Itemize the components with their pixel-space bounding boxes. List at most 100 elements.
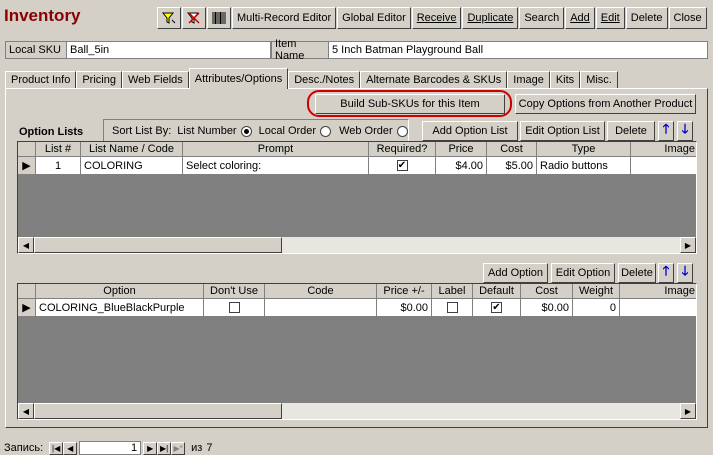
options-scroll-right-icon[interactable]: ▶ [680, 403, 696, 419]
option-move-down-icon[interactable]: 🡓 [677, 263, 693, 283]
duplicate-label: Duplicate [467, 12, 514, 24]
tab-attributes-options[interactable]: Attributes/Options [188, 68, 289, 89]
col-price: Price [436, 142, 487, 157]
build-subskus-button[interactable]: Build Sub-SKUs for this Item [315, 94, 505, 114]
table-row[interactable]: ▶ 1 COLORING Select coloring: ✔ $4.00 $5… [18, 157, 696, 175]
cell-option-cost[interactable]: $0.00 [521, 299, 573, 317]
cell-option-image[interactable] [620, 299, 696, 317]
sort-web-order-radio[interactable] [396, 125, 408, 137]
copy-options-button[interactable]: Copy Options from Another Product [515, 94, 696, 114]
option-row-selector-icon[interactable]: ▶ [18, 299, 36, 317]
delete-option-list-button[interactable]: Delete [607, 121, 655, 141]
col-option-cost: Cost [521, 284, 573, 299]
tab-alternate-barcodes[interactable]: Alternate Barcodes & SKUs [360, 71, 508, 89]
barcode-icon[interactable] [207, 7, 231, 29]
cell-list-name[interactable]: COLORING [81, 157, 183, 175]
cell-option[interactable]: COLORING_BlueBlackPurple [36, 299, 204, 317]
first-record-icon[interactable]: |◀ [49, 441, 64, 455]
receive-label: Receive [416, 12, 457, 24]
add-option-button[interactable]: Add Option [483, 263, 548, 283]
col-weight: Weight [573, 284, 620, 299]
default-checkbox[interactable]: ✔ [491, 302, 502, 313]
scroll-thumb[interactable] [34, 237, 282, 253]
add-option-list-button[interactable]: Add Option List [422, 121, 518, 141]
options-scroll-thumb[interactable] [34, 403, 282, 419]
cell-prompt[interactable]: Select coloring: [183, 157, 369, 175]
header-selector [18, 142, 36, 157]
col-price-delta: Price +/- [377, 284, 432, 299]
record-number-field[interactable]: 1 [79, 441, 142, 455]
cell-type[interactable]: Radio buttons [537, 157, 631, 175]
cell-list-number[interactable]: 1 [36, 157, 81, 175]
duplicate-button[interactable]: Duplicate [462, 7, 519, 29]
tab-web-fields[interactable]: Web Fields [121, 71, 189, 89]
cell-default[interactable]: ✔ [473, 299, 521, 317]
cell-code[interactable] [265, 299, 377, 317]
dont-use-checkbox[interactable] [228, 302, 240, 313]
option-lists-hscrollbar[interactable]: ◀ ▶ [18, 237, 696, 253]
remove-filter-icon[interactable] [182, 7, 206, 29]
tab-pricing[interactable]: Pricing [76, 71, 122, 89]
required-checkbox[interactable]: ✔ [396, 160, 408, 171]
option-lists-title: Option Lists [19, 126, 84, 138]
sort-local-order-radio[interactable] [320, 125, 332, 137]
col-type: Type [537, 142, 631, 157]
cell-price[interactable]: $4.00 [436, 157, 487, 175]
tab-desc-notes[interactable]: Desc./Notes [288, 71, 361, 89]
col-option-image: Image [620, 284, 696, 299]
new-record-icon[interactable]: ▶* [171, 441, 186, 455]
cell-cost[interactable]: $5.00 [487, 157, 537, 175]
last-record-icon[interactable]: ▶| [157, 441, 172, 455]
options-header-selector [18, 284, 36, 299]
col-code: Code [265, 284, 377, 299]
record-navigator: Запись: |◀ ◀ 1 ▶ ▶| ▶* из 7 [4, 441, 212, 455]
cell-dont-use[interactable] [204, 299, 265, 317]
tab-misc[interactable]: Misc. [580, 71, 618, 89]
label-checkbox[interactable] [446, 302, 458, 313]
scroll-left-icon[interactable]: ◀ [18, 237, 34, 253]
sort-local-order-label: Local Order [258, 125, 317, 137]
tab-product-info[interactable]: Product Info [5, 71, 77, 89]
item-name-field[interactable]: 5 Inch Batman Playground Ball [328, 41, 708, 59]
add-button[interactable]: Add [565, 7, 595, 29]
cell-weight[interactable]: 0 [573, 299, 620, 317]
move-down-icon[interactable]: 🡓 [677, 121, 693, 141]
delete-button[interactable]: Delete [625, 7, 668, 29]
tab-strip: Product Info Pricing Web Fields Attribut… [5, 68, 618, 89]
delete-option-button[interactable]: Delete [618, 263, 656, 283]
sku-field[interactable]: Ball_5in [66, 41, 271, 59]
col-dont-use: Don't Use [204, 284, 265, 299]
cell-required[interactable]: ✔ [369, 157, 436, 175]
cell-price-delta[interactable]: $0.00 [377, 299, 432, 317]
col-option: Option [36, 284, 204, 299]
cell-image[interactable] [631, 157, 696, 175]
item-name-label: Item Name [271, 38, 329, 62]
search-button[interactable]: Search [519, 7, 565, 29]
next-record-icon[interactable]: ▶ [143, 441, 158, 455]
table-row[interactable]: ▶ COLORING_BlueBlackPurple $0.00 ✔ $0.00… [18, 299, 696, 317]
col-list-number: List # [36, 142, 81, 157]
sort-list-number-radio[interactable] [240, 125, 252, 137]
row-selector-icon[interactable]: ▶ [18, 157, 36, 175]
option-lists-grid: List # List Name / Code Prompt Required?… [17, 141, 697, 254]
move-up-icon[interactable]: 🡑 [658, 121, 674, 141]
tab-image[interactable]: Image [507, 71, 550, 89]
cell-label[interactable] [432, 299, 473, 317]
app-title: Inventory [4, 6, 81, 25]
receive-button[interactable]: Receive [411, 7, 462, 29]
close-button[interactable]: Close [668, 7, 707, 29]
edit-button[interactable]: Edit [595, 7, 625, 29]
global-editor-button[interactable]: Global Editor [337, 7, 411, 29]
edit-option-list-button[interactable]: Edit Option List [520, 121, 605, 141]
prev-record-icon[interactable]: ◀ [63, 441, 78, 455]
options-hscrollbar[interactable]: ◀ ▶ [18, 403, 696, 419]
record-total: 7 [206, 442, 213, 454]
options-scroll-left-icon[interactable]: ◀ [18, 403, 34, 419]
edit-label: Edit [600, 12, 620, 24]
edit-option-button[interactable]: Edit Option [551, 263, 615, 283]
tab-kits[interactable]: Kits [549, 71, 581, 89]
filter-icon[interactable] [157, 7, 181, 29]
multi-record-editor-button[interactable]: Multi-Record Editor [232, 7, 337, 29]
option-move-up-icon[interactable]: 🡑 [658, 263, 674, 283]
scroll-right-icon[interactable]: ▶ [680, 237, 696, 253]
